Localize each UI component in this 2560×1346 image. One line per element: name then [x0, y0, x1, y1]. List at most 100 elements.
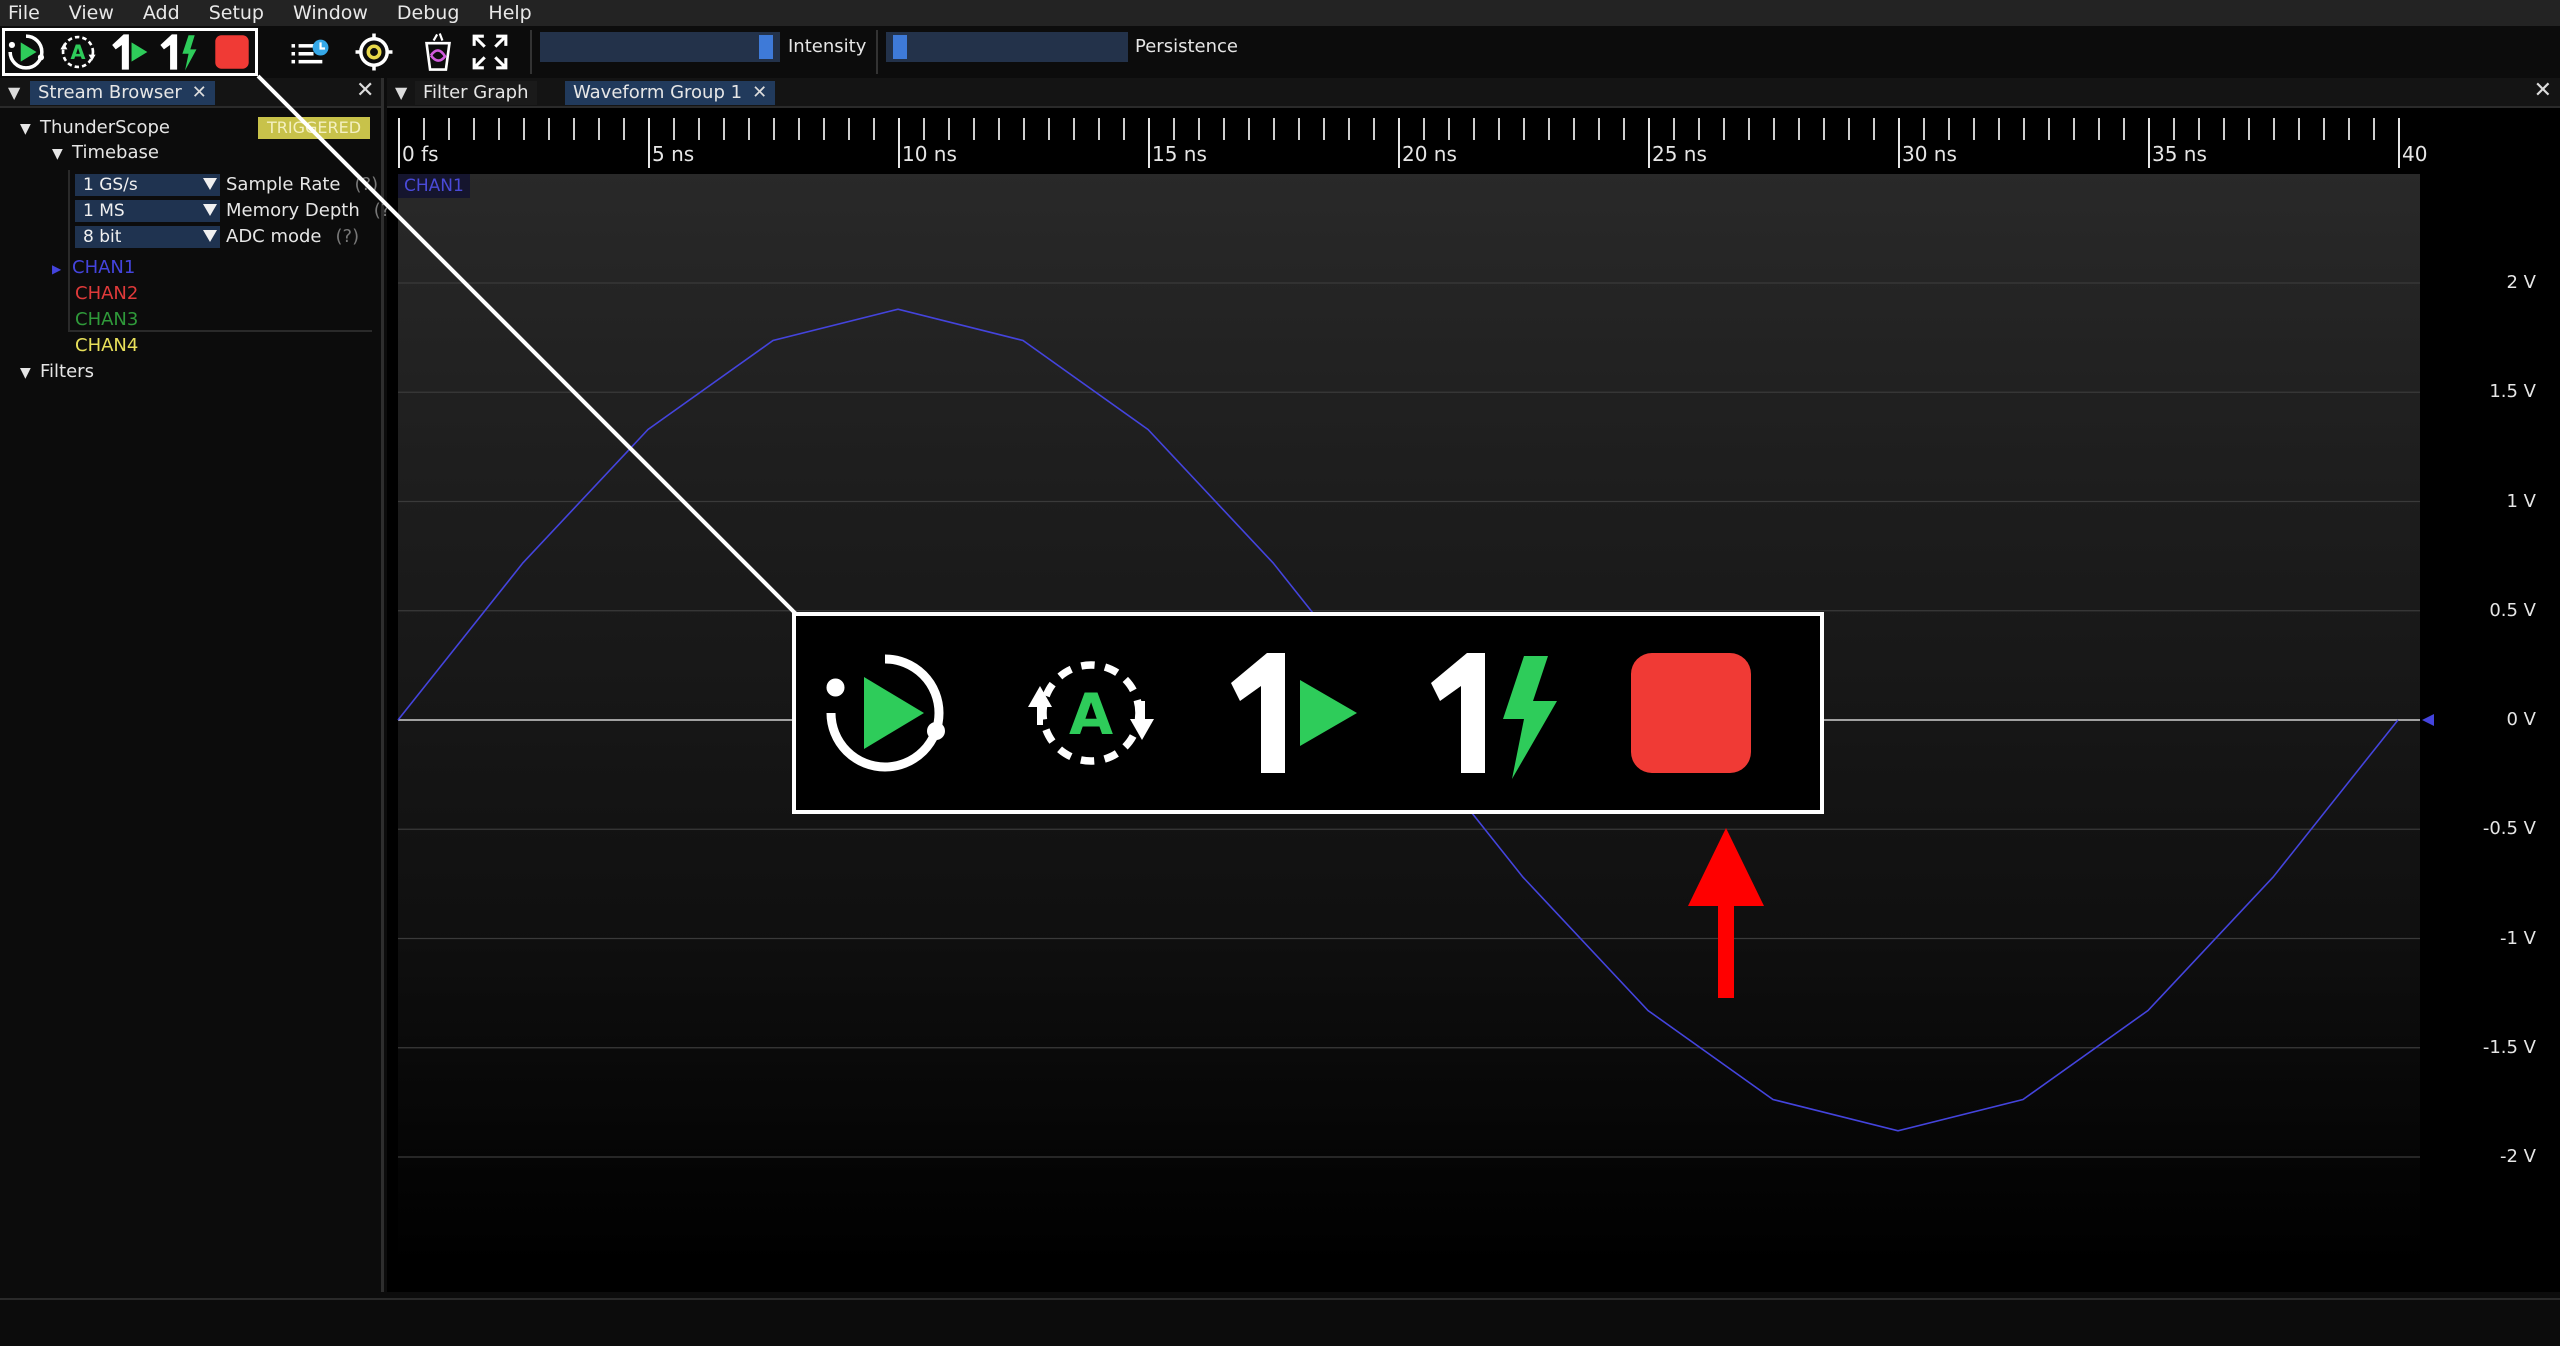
time-major-tick [898, 118, 900, 168]
clear-sweeps-icon[interactable] [416, 30, 460, 74]
time-minor-tick [1698, 118, 1700, 140]
tree-chan3[interactable]: CHAN3 [75, 308, 138, 332]
persistence-slider[interactable] [886, 32, 1128, 62]
menu-file[interactable]: File [8, 0, 40, 26]
auto-trigger-icon[interactable]: A [56, 30, 100, 74]
force-trigger-icon[interactable] [156, 30, 200, 74]
time-minor-tick [798, 118, 800, 140]
tree-filters[interactable]: ▼ Filters [20, 360, 94, 385]
tree-timebase[interactable]: ▼ Timebase [52, 141, 159, 166]
menu-debug[interactable]: Debug [397, 0, 459, 26]
time-tick-label: 0 fs [402, 142, 439, 166]
time-minor-tick [1973, 118, 1975, 140]
time-minor-tick [1823, 118, 1825, 140]
tree-chan1[interactable]: ▶ CHAN1 [52, 256, 135, 281]
time-minor-tick [423, 118, 425, 140]
persistence-slider-handle[interactable] [893, 35, 907, 59]
history-icon[interactable] [288, 30, 332, 74]
time-minor-tick [1248, 118, 1250, 140]
time-minor-tick [548, 118, 550, 140]
sample-rate-value: 1 GS/s [83, 175, 138, 195]
close-icon[interactable]: ✕ [752, 82, 767, 103]
stop-trigger-icon [1616, 638, 1766, 788]
time-major-tick [1648, 118, 1650, 168]
voltage-tick-label: 2 V [2506, 272, 2537, 293]
stream-browser-panel: ▼ Stream Browser ✕ ✕ ▼ ThunderScope TRIGGE… [0, 78, 397, 1292]
voltage-axis[interactable]: 2 V 1.5 V 1 V 0.5 V 0 V -0.5 V -1 V -1.5 V -2 V [2420, 174, 2560, 1266]
close-icon[interactable]: ✕ [192, 82, 207, 103]
single-trigger-icon [1216, 638, 1366, 788]
time-minor-tick [473, 118, 475, 140]
stop-trigger-icon[interactable] [210, 30, 254, 74]
time-minor-tick [2348, 118, 2350, 140]
expand-caret-icon[interactable]: ▼ [20, 361, 40, 385]
time-major-tick [1898, 118, 1900, 168]
time-minor-tick [2123, 118, 2125, 140]
time-minor-tick [1673, 118, 1675, 140]
time-minor-tick [1598, 118, 1600, 140]
tab-filter-graph[interactable]: Filter Graph [415, 81, 537, 105]
persistence-label: Persistence [1135, 36, 1238, 57]
adc-mode-dropdown[interactable]: 8 bit [75, 226, 220, 248]
dropdown-arrow-icon [203, 178, 217, 190]
time-minor-tick [1473, 118, 1475, 140]
chan1-plot-label[interactable]: CHAN1 [398, 174, 470, 198]
panel-close-icon[interactable]: ✕ [2534, 78, 2552, 103]
memory-depth-label: Memory Depth (?) [226, 200, 397, 222]
tree-chan2[interactable]: CHAN2 [75, 282, 138, 306]
time-minor-tick [598, 118, 600, 140]
panel-close-icon[interactable]: ✕ [356, 78, 374, 103]
svg-text:A: A [71, 41, 86, 64]
memory-depth-dropdown[interactable]: 1 MS [75, 200, 220, 222]
time-minor-tick [1323, 118, 1325, 140]
time-major-tick [398, 118, 400, 168]
help-icon[interactable]: (?) [336, 226, 360, 247]
time-major-tick [1148, 118, 1150, 168]
time-minor-tick [1223, 118, 1225, 140]
voltage-tick-label: 0.5 V [2489, 599, 2536, 621]
adc-mode-label-text: ADC mode [226, 226, 322, 247]
toolbar-separator [530, 30, 532, 74]
sample-rate-dropdown[interactable]: 1 GS/s [75, 174, 220, 196]
dropdown-arrow-icon [203, 230, 217, 242]
voltage-tick-label: -1 V [2500, 927, 2536, 949]
tree-chan4[interactable]: CHAN4 [75, 334, 138, 358]
sample-rate-label-text: Sample Rate [226, 174, 341, 195]
memory-depth-label-text: Memory Depth [226, 200, 360, 221]
time-minor-tick [1073, 118, 1075, 140]
intensity-slider[interactable] [540, 32, 780, 62]
help-icon[interactable]: (?) [355, 174, 379, 195]
panel-menu-icon[interactable]: ▼ [395, 83, 407, 102]
tab-waveform-group[interactable]: Waveform Group 1 ✕ [565, 81, 776, 105]
menu-help[interactable]: Help [488, 0, 531, 26]
expand-caret-icon[interactable]: ▶ [52, 257, 72, 281]
time-major-tick [648, 118, 650, 168]
menu-setup[interactable]: Setup [209, 0, 264, 26]
time-minor-tick [1273, 118, 1275, 140]
time-minor-tick [2273, 118, 2275, 140]
time-tick-label: 30 ns [1902, 142, 1957, 166]
menu-add[interactable]: Add [143, 0, 180, 26]
tab-stream-browser[interactable]: Stream Browser ✕ [30, 81, 215, 105]
time-minor-tick [2223, 118, 2225, 140]
time-minor-tick [948, 118, 950, 140]
single-trigger-icon[interactable] [106, 30, 150, 74]
timeline-ruler[interactable]: 0 fs 5 ns 10 ns 15 ns 20 ns 25 ns 30 ns 35 ns 40 [398, 118, 2427, 174]
expand-caret-icon[interactable]: ▼ [52, 142, 72, 166]
panel-menu-icon[interactable]: ▼ [8, 83, 20, 102]
start-trigger-icon [810, 638, 960, 788]
expand-caret-icon[interactable]: ▼ [20, 117, 40, 141]
time-minor-tick [1548, 118, 1550, 140]
time-minor-tick [498, 118, 500, 140]
time-minor-tick [2023, 118, 2025, 140]
time-minor-tick [448, 118, 450, 140]
tree-device[interactable]: ▼ ThunderScope [20, 116, 170, 141]
start-trigger-icon[interactable] [4, 30, 48, 74]
menu-view[interactable]: View [69, 0, 114, 26]
fullscreen-icon[interactable] [468, 30, 512, 74]
intensity-slider-handle[interactable] [759, 35, 773, 59]
menu-window[interactable]: Window [293, 0, 368, 26]
settings-icon[interactable] [352, 30, 396, 74]
tab-stream-browser-label: Stream Browser [38, 82, 182, 103]
time-minor-tick [573, 118, 575, 140]
